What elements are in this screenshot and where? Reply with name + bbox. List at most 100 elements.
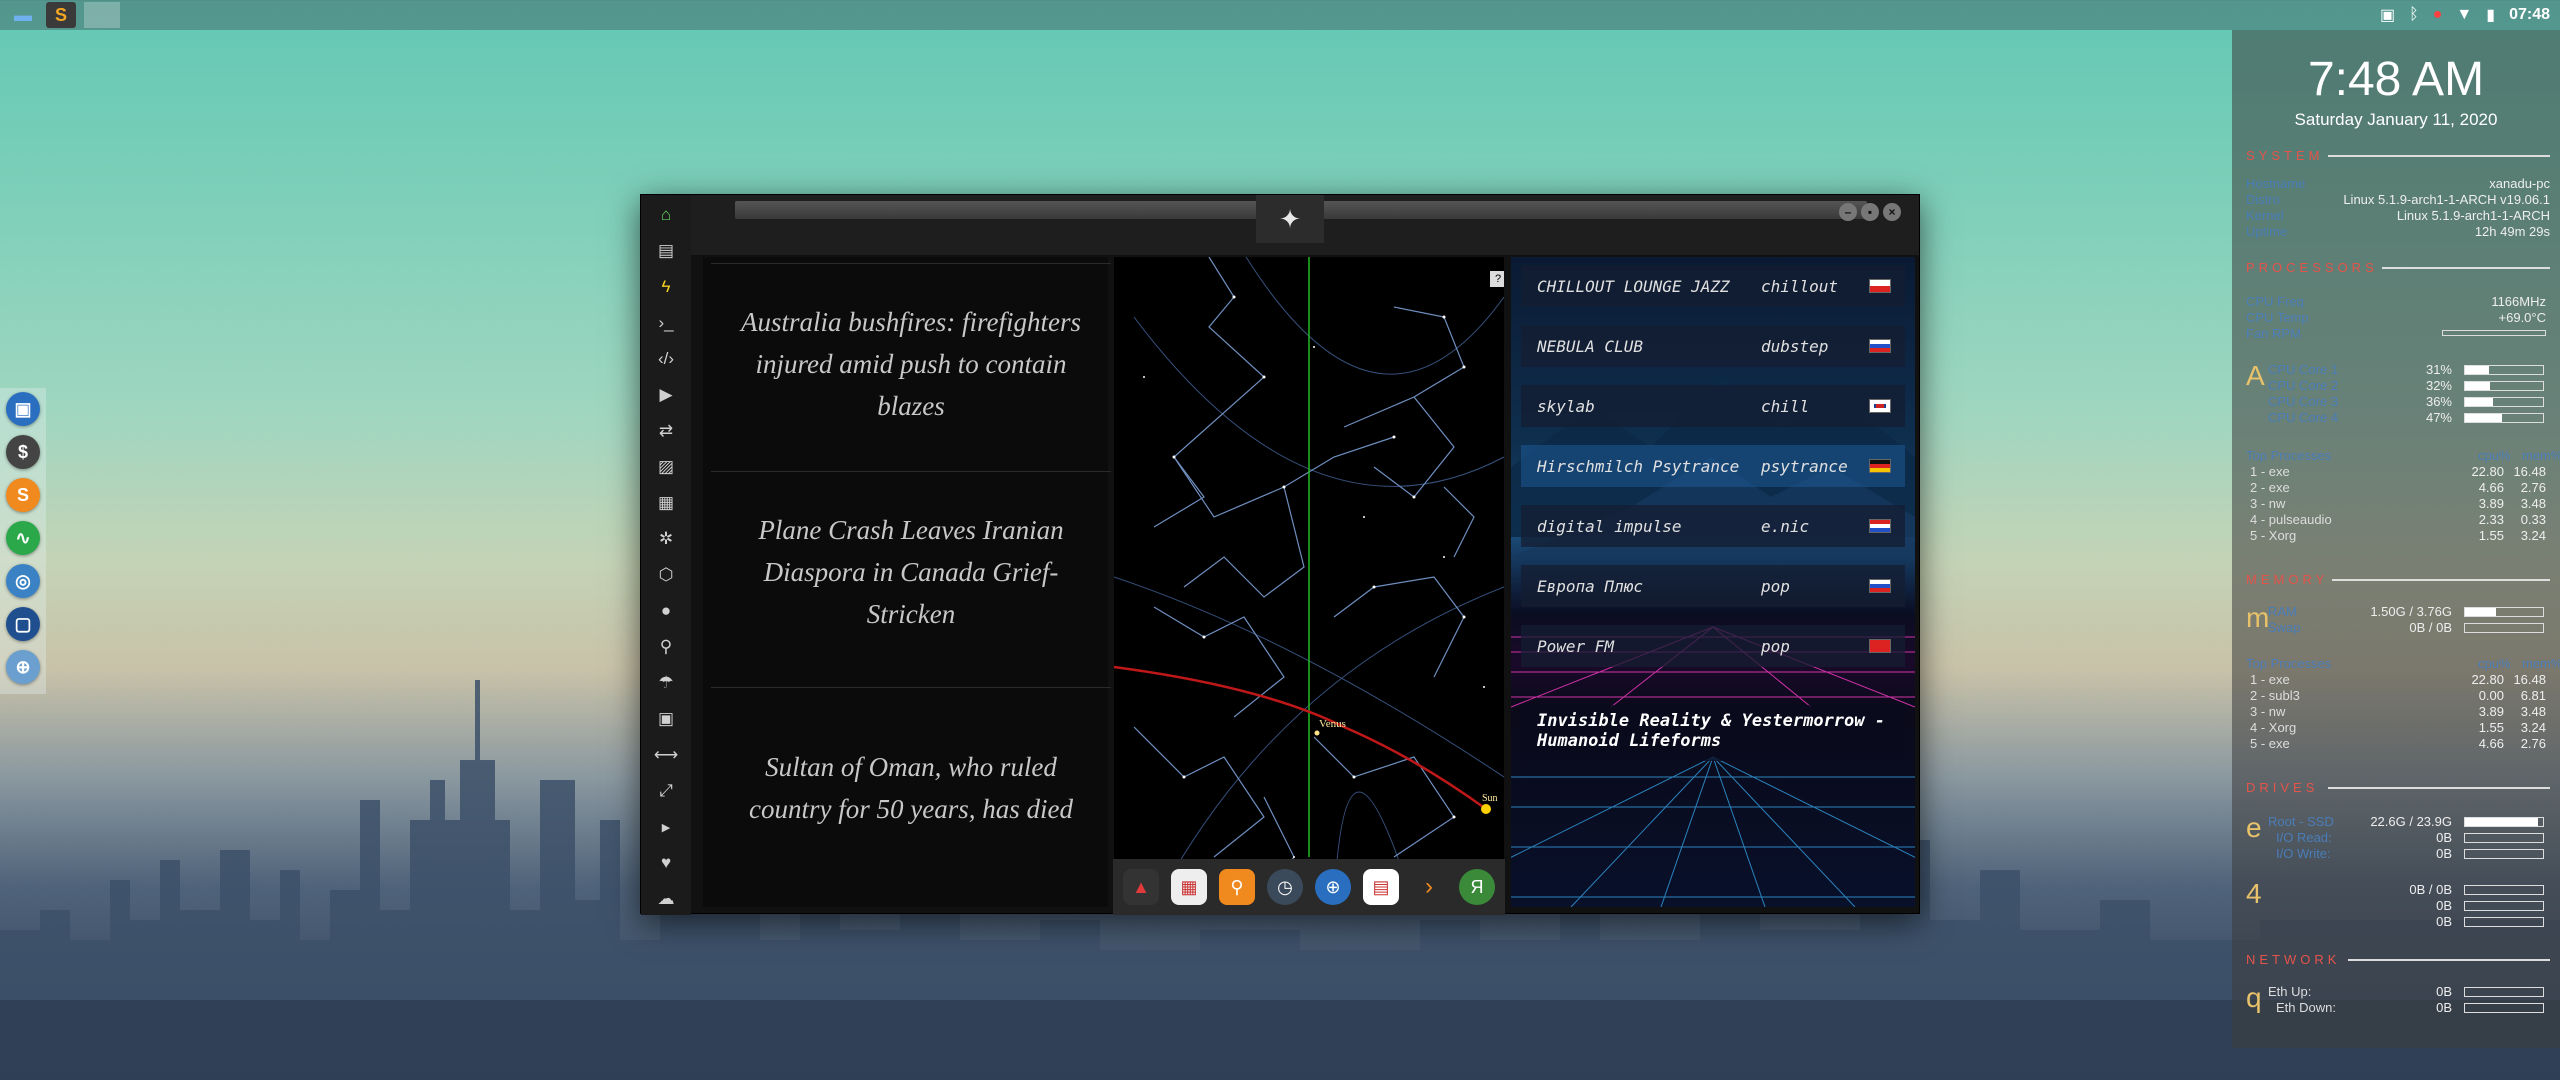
calendar-app-icon[interactable]: ▦ — [1171, 869, 1207, 905]
radio-station[interactable]: skylab chill — [1521, 385, 1905, 427]
process-mem: 3.48 — [2520, 704, 2546, 719]
umbrella-icon[interactable]: ☂ — [651, 669, 681, 697]
mem-col-header: mem% — [2522, 656, 2560, 671]
search-icon[interactable]: ⚲ — [651, 633, 681, 661]
news-icon[interactable]: ▦ — [651, 489, 681, 517]
radio-station[interactable]: Европа Плюс pop — [1521, 565, 1905, 607]
yandex-app-icon[interactable]: Я — [1459, 869, 1495, 905]
hostname-value: xanadu-pc — [2489, 176, 2550, 191]
calendar-app-icon[interactable]: ▣ — [6, 392, 40, 426]
activity-app-icon[interactable]: ∿ — [6, 521, 40, 555]
battery-icon[interactable]: ▮ — [2486, 5, 2495, 25]
play-icon[interactable]: ▶ — [651, 381, 681, 409]
maximize-button[interactable]: ▪ — [1861, 203, 1879, 221]
globe-app-icon[interactable]: ⊕ — [6, 650, 40, 684]
help-button[interactable]: ? — [1490, 271, 1504, 287]
money-app-icon[interactable]: $ — [6, 435, 40, 469]
news-item[interactable]: Plane Crash Leaves Iranian Diaspora in C… — [711, 471, 1111, 671]
search-app-icon[interactable]: ⚲ — [1219, 869, 1255, 905]
calendar2-app-icon[interactable]: ▤ — [1363, 869, 1399, 905]
stocks-app-icon[interactable]: S — [6, 478, 40, 512]
arrow-app-icon[interactable]: › — [1411, 869, 1447, 905]
translate-icon[interactable]: ⇄ — [651, 417, 681, 445]
process-cpu: 1.55 — [2478, 528, 2504, 543]
root-drive-value: 22.6G / 23.9G — [2370, 814, 2452, 829]
home-icon[interactable]: ⌂ — [651, 201, 681, 229]
hexagon-icon[interactable]: ⬡ — [651, 561, 681, 589]
flag-ru-icon — [1869, 339, 1891, 353]
radio-station[interactable]: Hirschmilch Psytrance psytrance — [1521, 445, 1905, 487]
drive2-value: 0B / 0B — [2409, 882, 2452, 897]
star-map[interactable]: Venus Sun ? — [1114, 257, 1504, 907]
system-tray: ▣ ᛒ ● ▼ ▮ 07:48 — [2380, 0, 2550, 30]
alert-app-icon[interactable]: ▲ — [1123, 869, 1159, 905]
taskbar-window-button[interactable] — [84, 2, 120, 28]
globe-icon[interactable]: ● — [651, 597, 681, 625]
user-card-icon[interactable]: ▣ — [651, 705, 681, 733]
cpu-core-label: CPU Core 2 — [2268, 378, 2339, 393]
code-icon[interactable]: ‹/› — [651, 345, 681, 373]
process-cpu: 3.89 — [2478, 496, 2504, 511]
station-name: NEBULA CLUB — [1537, 336, 1643, 356]
news-item[interactable]: Sultan of Oman, who ruled country for 50… — [711, 687, 1111, 887]
terminal-icon[interactable]: ›_ — [651, 309, 681, 337]
radio-station[interactable]: digital impulse e.nic — [1521, 505, 1905, 547]
bluetooth-icon[interactable]: ᛒ — [2409, 6, 2419, 24]
youtube-icon[interactable]: ▶ — [651, 813, 681, 841]
process-name: 3 - nw — [2250, 704, 2286, 719]
image-icon[interactable]: ▣ — [2380, 5, 2395, 25]
process-mem: 3.48 — [2520, 496, 2546, 511]
process-name: 4 - Xorg — [2250, 720, 2297, 735]
image-icon[interactable]: ▨ — [651, 453, 681, 481]
hostname-label: Hostname — [2246, 176, 2306, 191]
close-button[interactable]: × — [1883, 203, 1901, 221]
cloud-icon[interactable]: ☁ — [651, 885, 681, 913]
station-name: CHILLOUT LOUNGE JAZZ — [1537, 276, 1730, 296]
atom-icon[interactable]: ✲ — [651, 525, 681, 553]
update-alert-icon[interactable]: ● — [2433, 6, 2443, 24]
cpu-core-bar — [2464, 413, 2544, 423]
news-item[interactable]: Australia bushfires: firefighters injure… — [711, 263, 1111, 463]
cpu-temp-label: CPU Temp — [2246, 310, 2309, 325]
station-genre: chill — [1761, 396, 1810, 416]
station-name: Европа Плюс — [1537, 576, 1643, 596]
title-bar: ✦ – ▪ × — [691, 195, 1919, 255]
venus-marker — [1314, 730, 1320, 736]
station-name: digital impulse — [1537, 516, 1682, 536]
radio-station[interactable]: NEBULA CLUB dubstep — [1521, 325, 1905, 367]
fan-rpm-label: Fan RPM — [2246, 326, 2301, 341]
flash-icon[interactable]: ϟ — [651, 273, 681, 301]
divider — [2348, 959, 2550, 961]
screen-app-icon[interactable]: ▢ — [6, 607, 40, 641]
radio-station[interactable]: CHILLOUT LOUNGE JAZZ chillout — [1521, 265, 1905, 307]
expand-icon[interactable]: ⤢ — [651, 777, 681, 805]
tray-clock[interactable]: 07:48 — [2509, 6, 2550, 24]
document-icon[interactable]: ▤ — [651, 237, 681, 265]
clock-app-icon[interactable]: ◷ — [1267, 869, 1303, 905]
kernel-value: Linux 5.1.9-arch1-1-ARCH — [2396, 208, 2550, 223]
rebel-logo-icon[interactable]: ✦ — [1256, 195, 1324, 243]
eth-up-bar — [2464, 987, 2544, 997]
minimize-button[interactable]: – — [1839, 203, 1857, 221]
folder-icon[interactable]: ▬ — [8, 2, 38, 28]
divider — [2328, 155, 2550, 157]
link-icon[interactable]: ⟷ — [651, 741, 681, 769]
cpu-freq-value: 1166MHz — [2491, 294, 2546, 309]
cpu-core-label: CPU Core 1 — [2268, 362, 2339, 377]
divider — [2332, 579, 2550, 581]
sun-marker — [1481, 804, 1491, 814]
uptime-value: 12h 49m 29s — [2474, 224, 2550, 239]
chrome-app-icon[interactable]: ◎ — [6, 564, 40, 598]
process-cpu: 0.00 — [2478, 688, 2504, 703]
constellation-map: Venus Sun — [1114, 257, 1504, 907]
radio-station[interactable]: Power FM pop — [1521, 625, 1905, 667]
sublime-icon[interactable]: S — [46, 2, 76, 28]
heart-icon[interactable]: ♥ — [651, 849, 681, 877]
wifi-icon[interactable]: ▼ — [2456, 6, 2472, 24]
process-mem: 6.81 — [2520, 688, 2546, 703]
station-genre: pop — [1761, 576, 1790, 596]
ram-fill — [2465, 608, 2497, 616]
station-genre: chillout — [1761, 276, 1839, 296]
globe-app-icon[interactable]: ⊕ — [1315, 869, 1351, 905]
process-name: 3 - nw — [2250, 496, 2286, 511]
